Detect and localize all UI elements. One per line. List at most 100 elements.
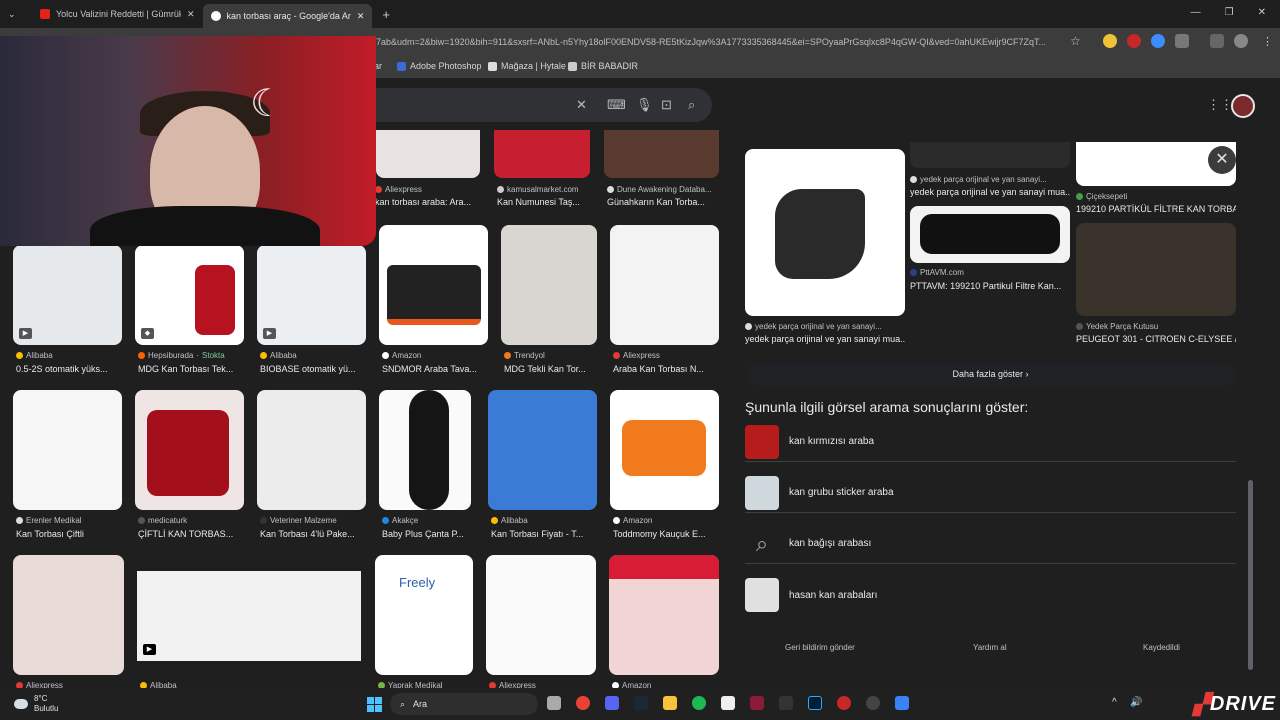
result-image[interactable] [379, 390, 471, 510]
epic-games-icon[interactable] [779, 696, 793, 710]
result-image[interactable] [488, 390, 597, 510]
media-icon[interactable] [1210, 34, 1224, 48]
help-link[interactable]: Yardım al [973, 643, 1007, 652]
related-image[interactable] [910, 206, 1070, 263]
file-explorer-icon[interactable] [663, 696, 677, 710]
panel-scrollbar[interactable] [1248, 480, 1253, 670]
bookmark-bir-babadir[interactable]: BİR BABADIR [568, 61, 638, 71]
result-title[interactable]: Toddmomy Kauçuk E... [613, 529, 719, 539]
extensions-puzzle-icon[interactable] [1175, 34, 1189, 48]
tab-menu-icon[interactable]: ⌄ [8, 9, 22, 20]
result-title[interactable]: Baby Plus Çanta P... [382, 529, 482, 539]
result-title[interactable]: ÇİFTLİ KAN TORBAS... [138, 529, 244, 539]
result-title[interactable]: PEUGEOT 301 - CITROEN C-ELYSEE /... [1076, 334, 1236, 344]
result-title[interactable]: Kan Numunesi Taş... [497, 197, 593, 207]
result-image[interactable]: ▶ [13, 245, 122, 345]
close-panel-button[interactable]: ✕ [1208, 146, 1236, 174]
result-image[interactable] [604, 130, 719, 178]
bookmark-photoshop[interactable]: Adobe Photoshop [397, 61, 482, 71]
app-icon[interactable] [895, 696, 909, 710]
clear-icon[interactable]: ✕ [576, 97, 587, 113]
search-icon[interactable]: ⌕ [688, 97, 695, 113]
result-title[interactable]: 0.5-2S otomatik yüks... [16, 364, 122, 374]
result-image[interactable] [379, 225, 488, 345]
tab-video[interactable]: Yolcu Valizini Reddetti | Gümrük ✕ [32, 2, 203, 26]
lens-icon[interactable]: ⊡ [661, 97, 672, 113]
result-image[interactable] [13, 390, 122, 510]
google-apps-icon[interactable]: ⋮⋮ [1207, 97, 1233, 113]
tab-google-images[interactable]: kan torbası araç - Google'da Ar ✕ [202, 4, 373, 28]
result-image[interactable] [486, 555, 596, 675]
result-image[interactable]: ▶ [137, 571, 361, 661]
related-search-item[interactable]: hasan kan arabaları [745, 575, 1236, 615]
url-field[interactable]: d87ab&udm=2&biw=1920&bih=911&sxsrf=ANbL-… [366, 33, 1066, 51]
result-title[interactable]: MDG Kan Torbası Tek... [138, 364, 244, 374]
bookmark-hytale[interactable]: Mağaza | Hytale [488, 61, 566, 71]
minimize-icon[interactable]: — [1191, 7, 1201, 18]
result-image[interactable] [13, 555, 124, 675]
result-title[interactable]: Kan Torbası Çiftli [16, 529, 122, 539]
bookmark-star-icon[interactable]: ☆ [1070, 34, 1081, 48]
extension-icon[interactable] [1151, 34, 1165, 48]
result-image[interactable] [257, 390, 366, 510]
related-search-item[interactable]: kan kırmızısı araba [745, 422, 1236, 462]
result-title[interactable]: BIOBASE otomatik yü... [260, 364, 366, 374]
app-icon[interactable] [750, 696, 764, 710]
weather-widget[interactable]: 8°C Bulutlu [14, 694, 58, 714]
chrome-icon[interactable] [576, 696, 590, 710]
show-more-button[interactable]: Daha fazla göster › [745, 362, 1236, 386]
result-image[interactable] [135, 390, 244, 510]
result-image[interactable] [610, 225, 719, 345]
close-icon[interactable]: ✕ [187, 9, 195, 20]
menu-dots-icon[interactable]: ⋮ [1262, 35, 1273, 48]
result-title[interactable]: Araba Kan Torbası N... [613, 364, 719, 374]
result-image[interactable] [610, 390, 719, 510]
result-image[interactable]: ▶ [257, 245, 366, 345]
microphone-icon[interactable]: 🎙 [636, 97, 653, 113]
avatar[interactable] [1231, 94, 1255, 118]
result-title[interactable]: yedek parça orijinal ve yan sanayi mua..… [910, 187, 1070, 197]
discord-icon[interactable] [605, 696, 619, 710]
tray-chevron-icon[interactable]: ^ [1112, 697, 1117, 708]
taskbar-search[interactable]: ⌕ Ara [390, 693, 538, 715]
result-title[interactable]: MDG Tekli Kan Tor... [504, 364, 598, 374]
related-search-item[interactable]: kan grubu sticker araba [745, 473, 1236, 513]
result-title[interactable]: 199210 PARTİKÜL FİLTRE KAN TORBASI... [1076, 204, 1236, 214]
result-title[interactable]: kan torbası araba: Ara... [375, 197, 479, 207]
new-tab-icon[interactable]: + [382, 7, 390, 22]
app-icon[interactable] [721, 696, 735, 710]
extension-icon[interactable] [1127, 34, 1141, 48]
app-icon[interactable] [837, 696, 851, 710]
related-image[interactable] [1076, 223, 1236, 316]
app-icon[interactable] [866, 696, 880, 710]
related-image[interactable] [910, 142, 1070, 168]
volume-icon[interactable]: 🔊 [1130, 697, 1142, 708]
result-title[interactable]: Günahkarın Kan Torba... [607, 197, 719, 207]
start-button[interactable] [367, 697, 382, 712]
related-image[interactable] [745, 149, 905, 316]
result-image[interactable]: ◆ [135, 245, 244, 345]
maximize-icon[interactable]: ❐ [1225, 7, 1234, 18]
spotify-icon[interactable] [692, 696, 706, 710]
result-image[interactable] [609, 555, 719, 675]
saved-link[interactable]: Kaydedildi [1143, 643, 1180, 652]
close-window-icon[interactable]: ✕ [1258, 7, 1266, 18]
result-title[interactable]: PTTAVM: 199210 Partikul Filtre Kan... [910, 281, 1070, 291]
photoshop-icon[interactable] [808, 696, 822, 710]
profile-icon[interactable] [1234, 34, 1248, 48]
steam-icon[interactable] [634, 696, 648, 710]
task-view-icon[interactable] [547, 696, 561, 710]
feedback-link[interactable]: Geri bildirim gönder [785, 643, 855, 652]
keyboard-icon[interactable]: ⌨ [607, 97, 626, 113]
related-search-item[interactable]: ⌕ kan bağışı arabası [745, 524, 1236, 564]
result-title[interactable]: yedek parça orijinal ve yan sanayi mua..… [745, 334, 905, 344]
result-title[interactable]: Kan Torbası 4'lü Pake... [260, 529, 366, 539]
result-image[interactable] [501, 225, 597, 345]
result-title[interactable]: Kan Torbası Fiyatı - T... [491, 529, 597, 539]
close-icon[interactable]: ✕ [357, 11, 365, 22]
result-image[interactable] [494, 130, 590, 178]
extension-icon[interactable] [1103, 34, 1117, 48]
result-image[interactable]: Freely [375, 555, 473, 675]
result-image[interactable] [376, 130, 480, 178]
result-title[interactable]: SNDMOR Araba Tava... [382, 364, 488, 374]
